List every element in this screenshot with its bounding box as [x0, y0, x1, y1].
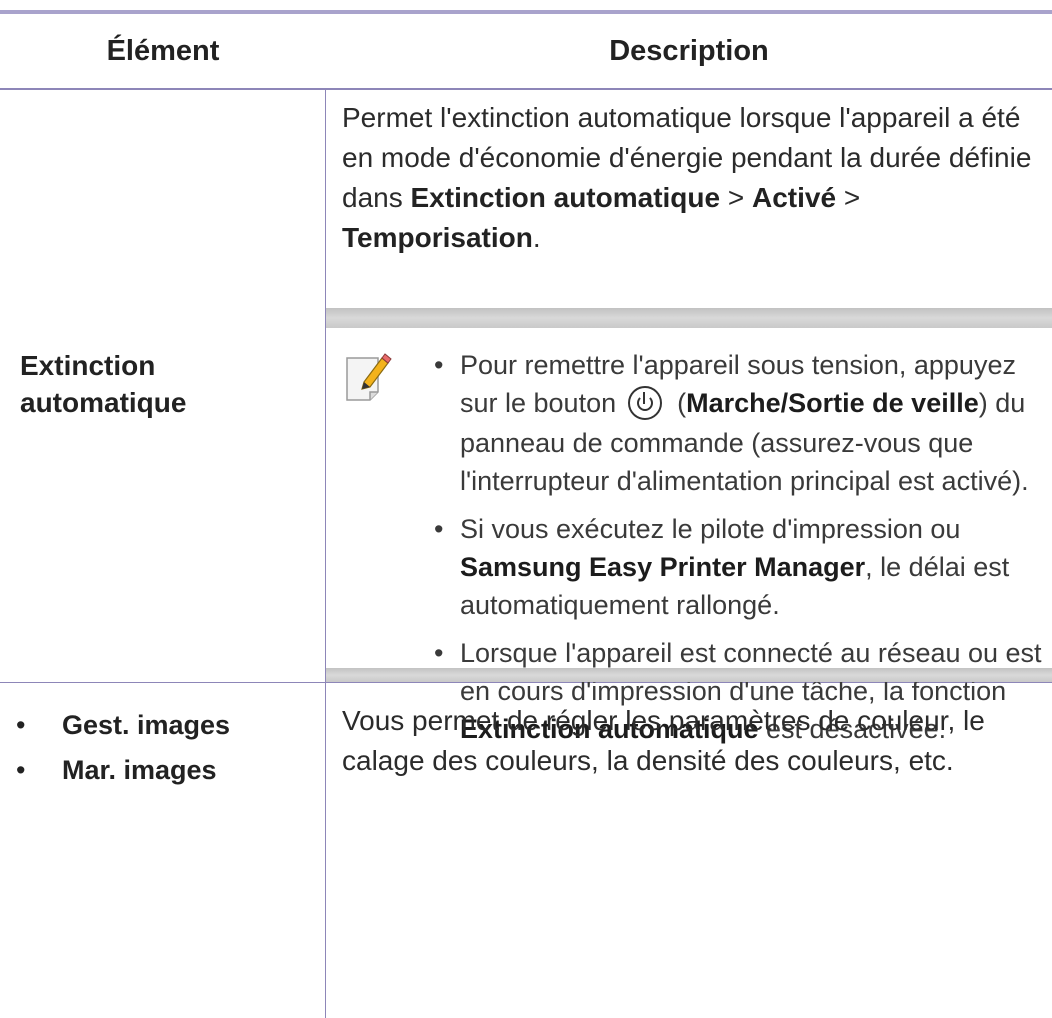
note-bottom-bar	[326, 668, 1052, 682]
row-label-line: automatique	[20, 387, 187, 418]
note-bold-text: Marche/Sortie de veille	[686, 388, 979, 418]
list-item: • Mar. images	[8, 748, 230, 793]
bullet: •	[434, 513, 444, 544]
note-box: • Pour remettre l'appareil sous tension, …	[326, 308, 1052, 744]
table-header-row: Élément Description	[0, 14, 1052, 90]
settings-table: Élément Description Extinction automatiq…	[0, 10, 1052, 1018]
bullet: •	[16, 755, 26, 785]
note-text: (	[669, 388, 687, 418]
desc-bold-setting: Activé	[752, 182, 837, 213]
note-text: Si vous exécutez le pilote d'impression …	[460, 513, 961, 544]
row-label-list: • Gest. images • Mar. images	[8, 703, 230, 793]
note-top-bar	[326, 308, 1052, 328]
note-item: • Pour remettre l'appareil sous tension, …	[326, 346, 1052, 500]
note-item: • Si vous exécutez le pilote d'impression…	[326, 510, 1052, 624]
row-label-line: Extinction	[20, 350, 156, 381]
bullet: •	[434, 350, 444, 380]
row-label-mar-images: Mar. images	[62, 755, 217, 785]
bullet: •	[434, 637, 444, 668]
row-description: Vous permet de régler les paramètres de …	[342, 705, 985, 776]
list-item: • Gest. images	[8, 703, 230, 748]
desc-bold-setting: Extinction automatique	[410, 182, 721, 213]
header-element: Élément	[106, 35, 220, 67]
desc-bold-setting: Temporisation	[342, 222, 533, 253]
desc-text: .	[532, 222, 541, 253]
header-description: Description	[609, 35, 769, 67]
bullet: •	[16, 710, 26, 740]
table-row: • Gest. images • Mar. images Vous permet d…	[0, 683, 1052, 843]
row-description: Permet l'extinction automatique lorsque …	[342, 98, 1042, 258]
note-bold-text: Samsung Easy Printer Manager	[460, 551, 866, 582]
desc-separator: >	[836, 182, 861, 213]
table-row: Extinction automatique Permet l'extincti…	[0, 90, 1052, 744]
row-label-extinction-automatique: Extinction automatique	[20, 347, 186, 421]
row-label-gest-images: Gest. images	[62, 710, 231, 740]
desc-separator: >	[720, 182, 752, 213]
power-icon	[627, 385, 662, 420]
